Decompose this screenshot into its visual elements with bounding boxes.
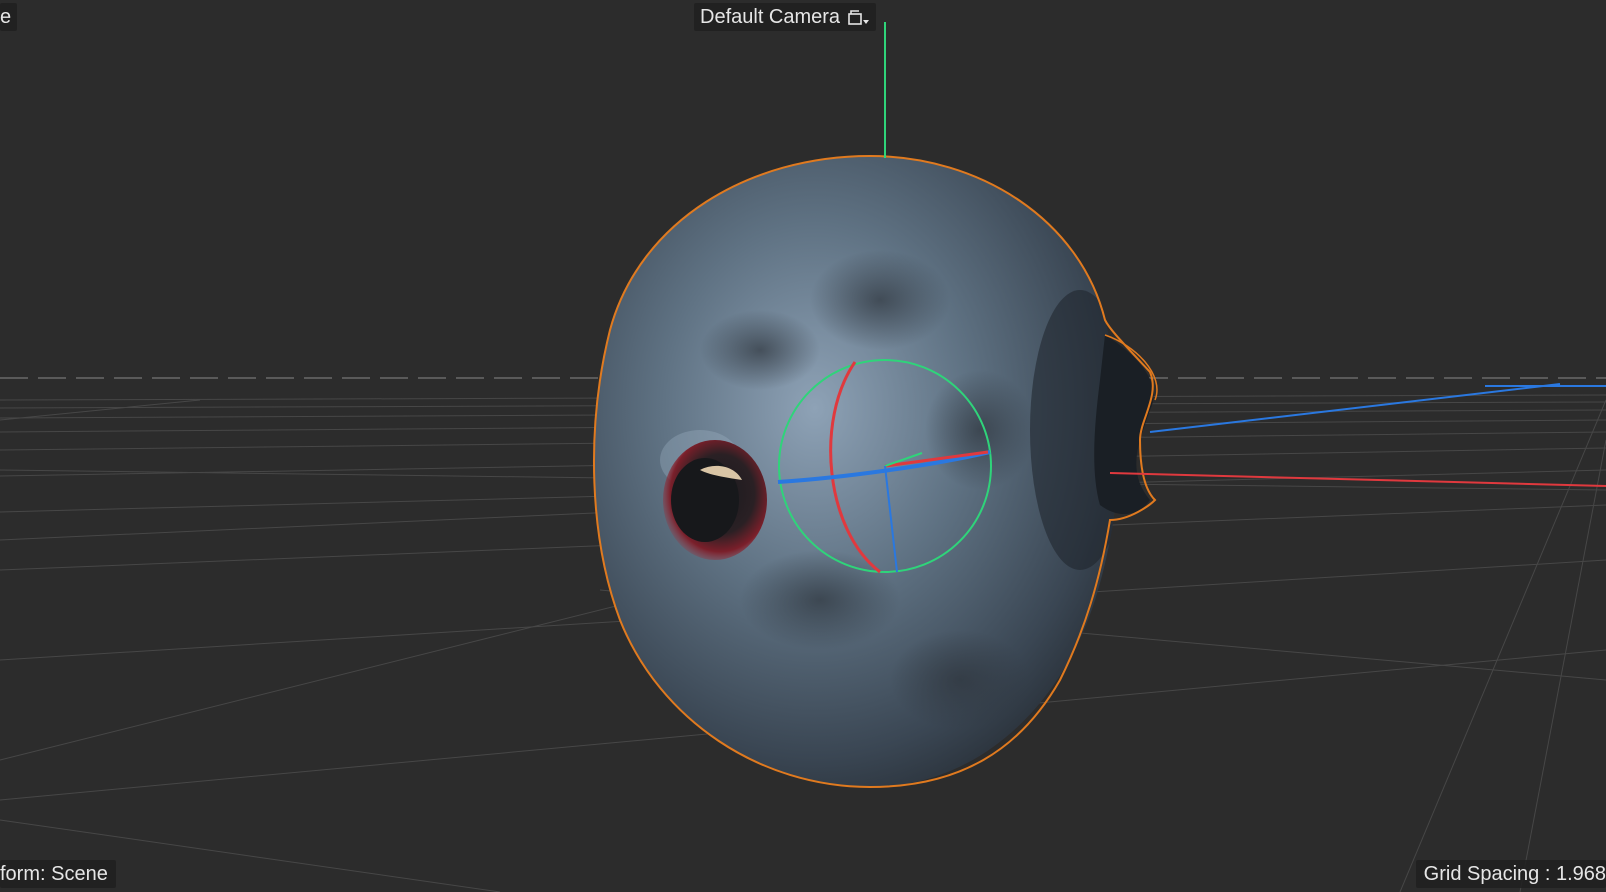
camera-label-text: Default Camera xyxy=(700,6,841,28)
transform-space-label[interactable]: form: Scene xyxy=(0,860,116,888)
transform-space-text: form: Scene xyxy=(0,863,108,885)
axis-x-line xyxy=(1109,472,1606,487)
camera-menu-icon[interactable] xyxy=(848,8,870,26)
viewport-title-fragment: e xyxy=(0,3,18,31)
grid-spacing-label: Grid Spacing : 1.968 xyxy=(1415,860,1606,888)
axis-z-line xyxy=(1149,383,1561,433)
camera-selector[interactable]: Default Camera xyxy=(694,3,877,31)
3d-viewport[interactable]: e Default Camera form: Scene Grid Spacin… xyxy=(0,0,1606,892)
grid-spacing-text: Grid Spacing : 1.968 xyxy=(1423,863,1606,885)
viewport-title-text: e xyxy=(0,6,12,28)
viewport-canvas[interactable] xyxy=(0,0,1606,892)
